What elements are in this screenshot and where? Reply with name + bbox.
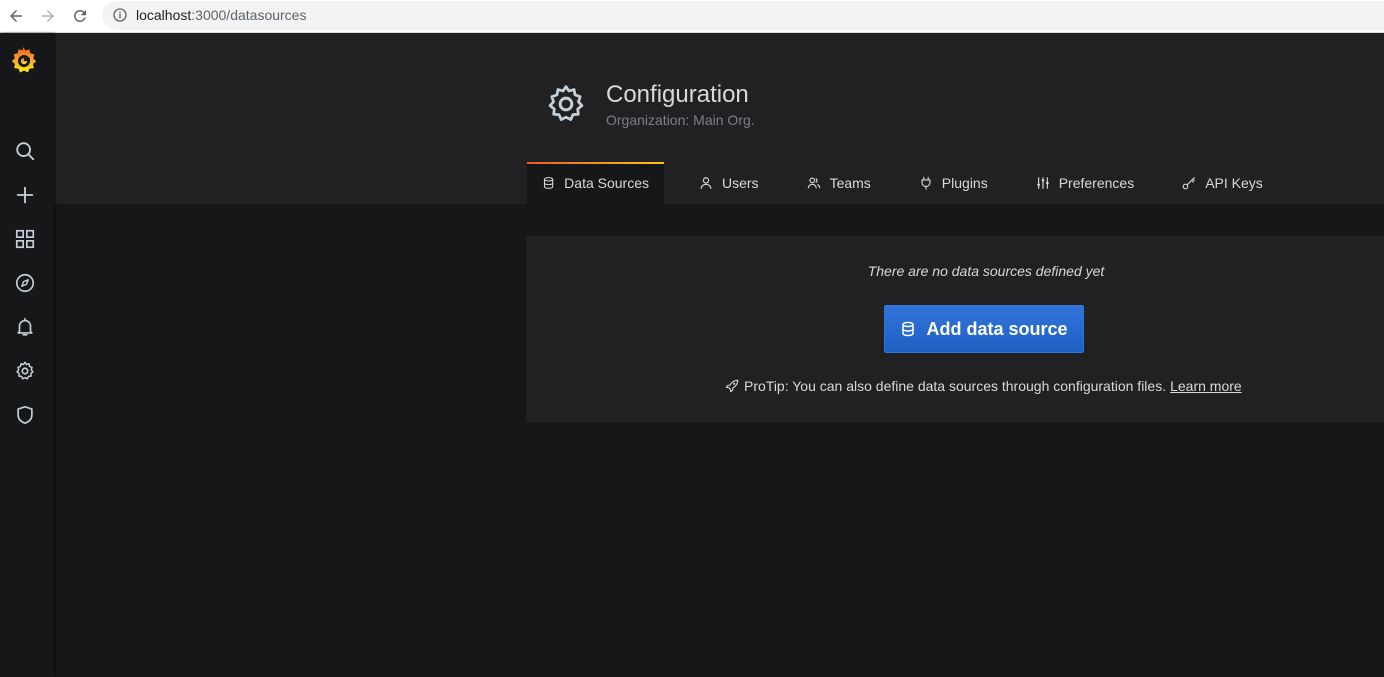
rocket-icon — [725, 379, 739, 393]
learn-more-link[interactable]: Learn more — [1170, 378, 1242, 394]
reload-icon — [73, 9, 86, 22]
sidebar-item-create[interactable] — [13, 183, 37, 207]
browser-toolbar: localhost:3000/datasources — [0, 0, 1384, 33]
sidebar-item-search[interactable] — [13, 139, 37, 163]
tab-plugins-label: Plugins — [941, 175, 988, 191]
sidebar-item-server-admin[interactable] — [13, 403, 37, 427]
tab-api-keys-label: API Keys — [1205, 175, 1263, 191]
url-path: :3000/datasources — [191, 7, 307, 23]
compass-icon — [15, 273, 35, 293]
sidebar-item-dashboards[interactable] — [13, 227, 37, 251]
info-icon[interactable] — [112, 7, 128, 23]
empty-state-message: There are no data sources defined yet — [867, 263, 1105, 279]
sliders-icon — [1037, 177, 1049, 189]
tab-api-keys[interactable]: API Keys — [1167, 162, 1278, 204]
tab-teams-label: Teams — [829, 175, 871, 191]
key-icon — [1182, 177, 1196, 190]
sidebar-item-explore[interactable] — [13, 271, 37, 295]
reload-button[interactable] — [68, 4, 92, 28]
url-host: localhost — [136, 7, 192, 23]
tab-data-sources[interactable]: Data Sources — [527, 162, 664, 204]
forward-arrow-icon — [42, 10, 54, 22]
add-data-source-label: Add data source — [926, 318, 1068, 339]
address-bar[interactable]: localhost:3000/datasources — [102, 1, 1384, 30]
configuration-gear-icon — [548, 85, 584, 121]
database-icon — [543, 177, 554, 189]
add-data-source-button[interactable]: Add data source — [884, 305, 1084, 353]
gear-icon — [16, 361, 34, 380]
tab-plugins[interactable]: Plugins — [904, 162, 1003, 204]
tab-data-sources-label: Data Sources — [564, 175, 649, 191]
plus-icon — [16, 186, 34, 204]
tab-teams[interactable]: Teams — [792, 162, 886, 204]
forward-button[interactable] — [36, 4, 60, 28]
tab-preferences[interactable]: Preferences — [1021, 162, 1149, 204]
database-icon — [902, 321, 915, 337]
empty-state-card: There are no data sources defined yet Ad… — [526, 236, 1384, 422]
users-icon — [807, 177, 820, 189]
config-tabs: Data Sources Users Teams Plugins Prefere… — [527, 162, 1278, 204]
sidebar — [0, 33, 54, 677]
shield-icon — [17, 405, 33, 425]
sidebar-item-configuration[interactable] — [13, 359, 37, 383]
plug-icon — [921, 176, 931, 190]
tab-users-label: Users — [722, 175, 759, 191]
bell-icon — [17, 317, 33, 336]
page-title: Configuration — [606, 81, 749, 108]
address-url: localhost:3000/datasources — [136, 7, 306, 23]
sidebar-item-alerting[interactable] — [13, 315, 37, 339]
grid-icon — [15, 229, 35, 249]
back-arrow-icon — [10, 10, 22, 22]
tab-preferences-label: Preferences — [1058, 175, 1135, 191]
back-button[interactable] — [4, 4, 28, 28]
user-icon — [700, 177, 712, 189]
protip: ProTip: You can also define data sources… — [725, 378, 1242, 394]
grafana-logo-icon[interactable] — [7, 44, 39, 76]
search-icon — [16, 142, 35, 161]
tab-users[interactable]: Users — [684, 162, 774, 204]
page-subtitle: Organization: Main Org. — [606, 112, 755, 128]
protip-text: ProTip: You can also define data sources… — [744, 378, 1167, 394]
